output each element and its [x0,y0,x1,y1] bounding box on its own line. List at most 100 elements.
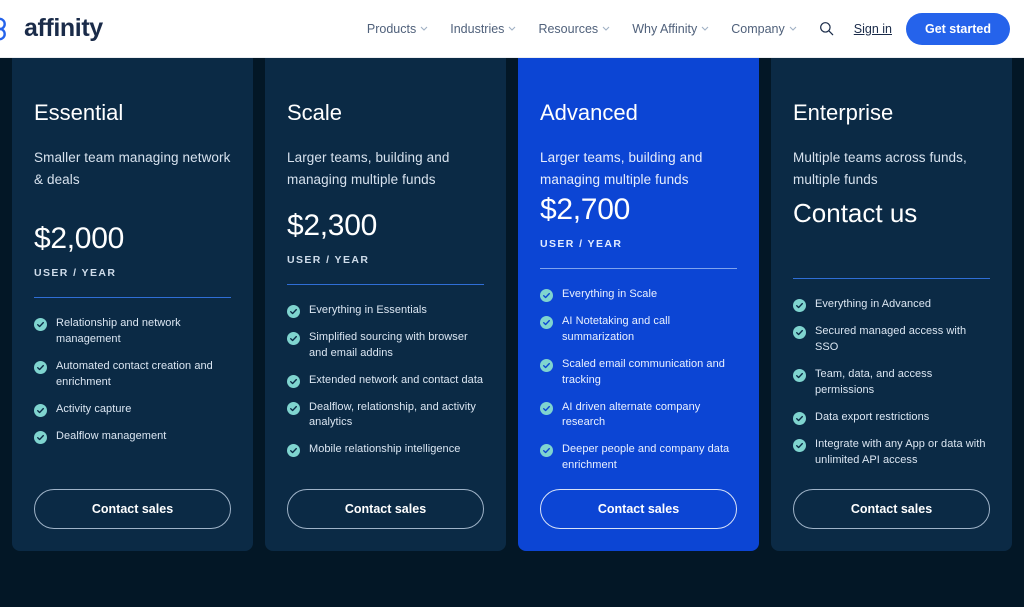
card-footer: Contact sales [34,488,231,551]
plan-price-block: $2,300 USER / YEAR [287,210,484,266]
pricing-card-enterprise: Enterprise Multiple teams across funds, … [771,58,1012,551]
get-started-button[interactable]: Get started [906,12,1010,45]
feature-label: Dealflow management [56,429,167,442]
divider [793,278,990,280]
plan-price: $2,000 [34,222,124,256]
search-icon[interactable] [814,16,840,42]
check-circle-icon [793,369,806,383]
divider [34,297,231,299]
contact-sales-button[interactable]: Contact sales [287,488,484,529]
list-item: Everything in Scale [540,287,737,303]
plan-name: Enterprise [793,100,894,125]
feature-list: Everything in Scale AI Notetaking and ca… [540,287,737,485]
check-circle-icon [793,411,806,425]
plan-description: Larger teams, building and managing mult… [287,150,450,188]
feature-label: Team, data, and access permissions [815,368,933,397]
feature-list: Relationship and network management Auto… [34,316,231,456]
feature-label: Automated contact creation and enrichmen… [56,360,213,389]
nav-item-resources[interactable]: Resources [527,22,621,36]
feature-label: Relationship and network management [56,317,181,346]
pricing-card-essential: Essential Smaller team managing network … [12,58,253,551]
card-footer: Contact sales [793,488,990,551]
nav-label: Company [731,21,785,36]
chevron-down-icon [420,26,428,31]
list-item: Relationship and network management [34,316,231,348]
list-item: Dealflow management [34,429,231,445]
list-item: Automated contact creation and enrichmen… [34,359,231,391]
contact-sales-button[interactable]: Contact sales [540,488,737,529]
divider [540,267,737,269]
feature-label: Activity capture [56,402,132,415]
plan-price: $2,700 [540,192,630,226]
check-circle-icon [287,374,300,388]
list-item: Activity capture [34,402,231,418]
nav-label: Resources [538,21,599,36]
logo[interactable]: affinity [0,14,103,44]
list-item: Dealflow, relationship, and activity ana… [287,400,484,432]
affinity-infinity-logo-icon [0,14,20,44]
pricing-card-advanced: Advanced Larger teams, building and mana… [518,58,759,551]
nav-label: Why Affinity [632,21,698,36]
check-circle-icon [34,361,47,375]
list-item: AI Notetaking and call summarization [540,314,737,346]
feature-label: Mobile relationship intelligence [309,443,461,456]
list-item: AI driven alternate company research [540,400,737,432]
list-item: Secured managed access with SSO [793,324,990,356]
feature-label: AI driven alternate company research [562,400,701,429]
check-circle-icon [287,304,300,318]
list-item: Extended network and contact data [287,373,484,389]
list-item: Integrate with any App or data with unli… [793,437,990,469]
plan-period: USER / YEAR [540,237,623,250]
check-circle-icon [540,288,553,302]
list-item: Team, data, and access permissions [793,367,990,399]
nav-item-products[interactable]: Products [356,22,439,36]
list-item: Simplified sourcing with browser and ema… [287,330,484,362]
sign-in-link[interactable]: Sign in [854,22,892,36]
pricing-cards: Essential Smaller team managing network … [12,58,1012,551]
nav-label: Industries [450,21,505,36]
chevron-down-icon [701,26,709,31]
feature-label: Deeper people and company data enrichmen… [562,443,730,472]
list-item: Data export restrictions [793,410,990,426]
site-header: affinity Products Industries Resources W… [0,0,1024,58]
check-circle-icon [34,430,47,444]
logo-text: affinity [24,14,103,42]
check-circle-icon [540,444,553,458]
feature-label: Secured managed access with SSO [815,325,967,354]
list-item: Deeper people and company data enrichmen… [540,442,737,474]
nav-item-company[interactable]: Company [720,22,808,36]
plan-price: Contact us [793,198,918,229]
chevron-down-icon [602,26,610,31]
contact-sales-button[interactable]: Contact sales [793,488,990,529]
chevron-down-icon [508,26,516,31]
plan-description: Smaller team managing network & deals [34,150,231,188]
card-footer: Contact sales [287,488,484,551]
check-circle-icon [287,331,300,345]
plan-price-block: $2,000 USER / YEAR [34,222,231,280]
check-circle-icon [34,403,47,417]
chevron-down-icon [789,26,797,31]
check-circle-icon [540,358,553,372]
feature-label: AI Notetaking and call summarization [562,314,671,343]
plan-name: Advanced [540,100,638,125]
nav-item-industries[interactable]: Industries [439,22,527,36]
pricing-card-scale: Scale Larger teams, building and managin… [265,58,506,551]
plan-description: Multiple teams across funds, multiple fu… [793,150,967,188]
contact-sales-button[interactable]: Contact sales [34,488,231,529]
plan-price-block: Contact us [793,200,990,260]
feature-label: Simplified sourcing with browser and ema… [309,330,468,359]
feature-label: Data export restrictions [815,410,930,423]
feature-label: Everything in Scale [562,287,658,300]
feature-label: Everything in Advanced [815,298,932,311]
feature-list: Everything in Essentials Simplified sour… [287,303,484,470]
check-circle-icon [793,299,806,313]
nav-label: Products [366,21,417,36]
check-circle-icon [287,444,300,458]
nav-item-why-affinity[interactable]: Why Affinity [621,22,720,36]
card-footer: Contact sales [540,488,737,551]
plan-description: Larger teams, building and managing mult… [540,150,703,188]
check-circle-icon [793,438,806,452]
divider [287,283,484,285]
main-nav: Products Industries Resources Why Affini… [356,12,1024,45]
plan-name: Essential [34,100,124,125]
